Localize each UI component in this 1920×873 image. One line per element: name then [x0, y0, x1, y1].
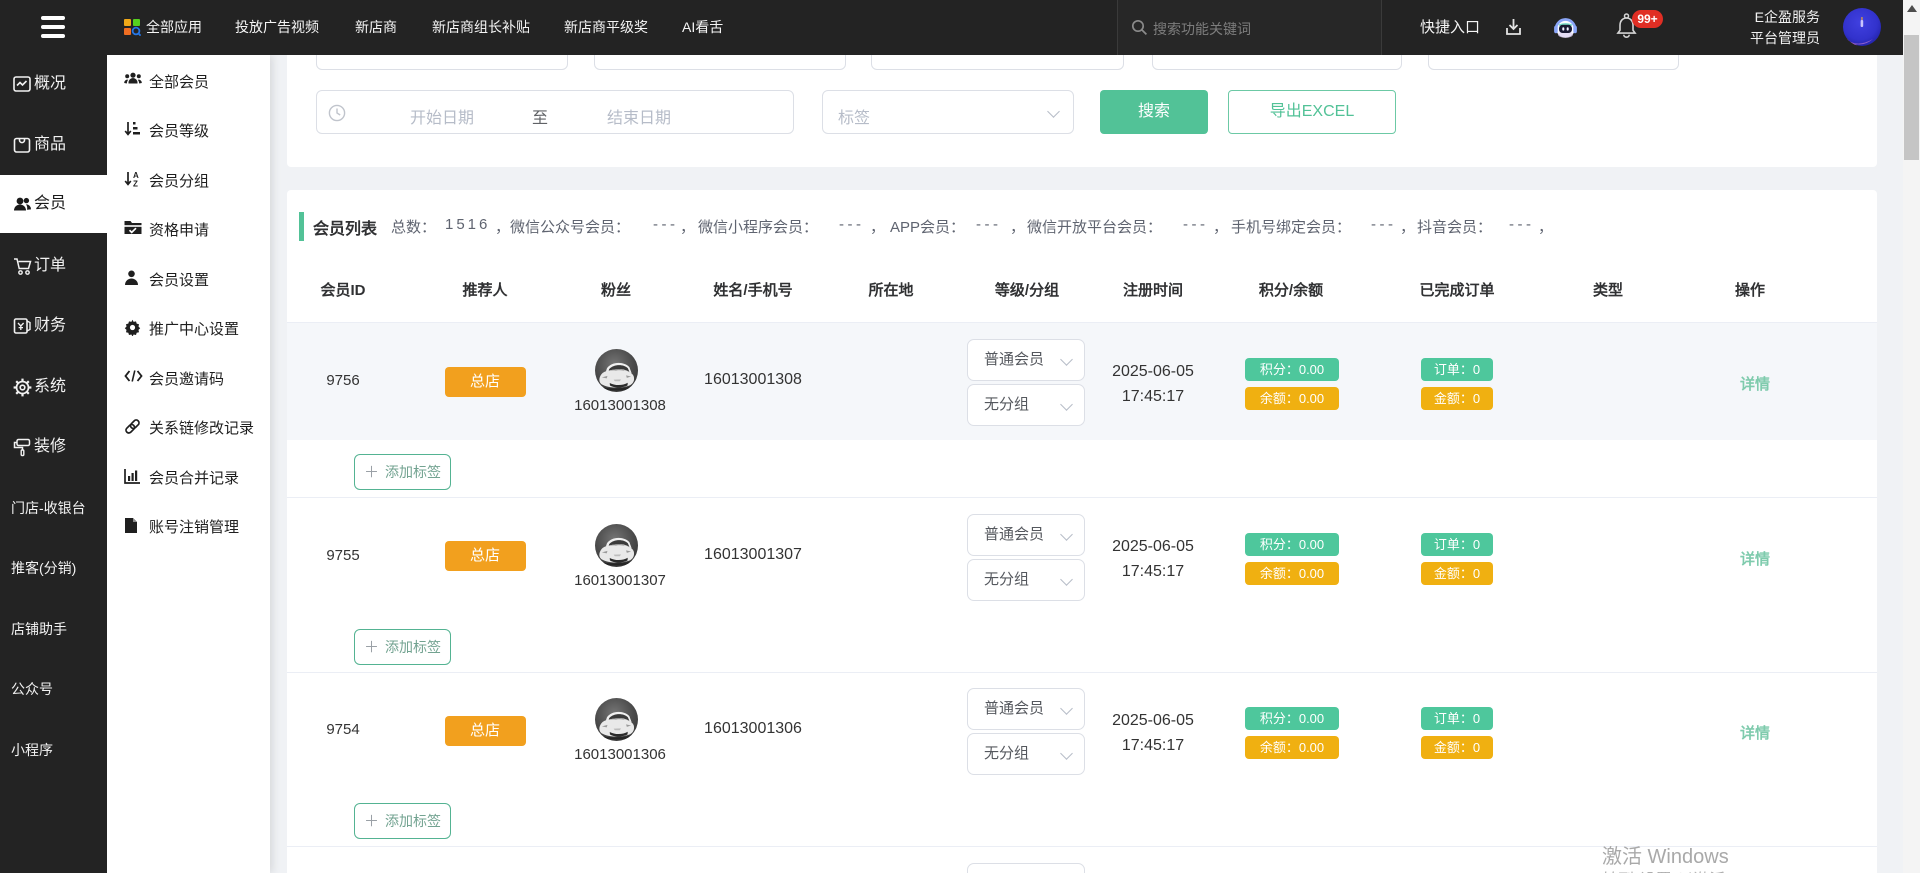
svg-text:Z: Z [133, 179, 138, 187]
